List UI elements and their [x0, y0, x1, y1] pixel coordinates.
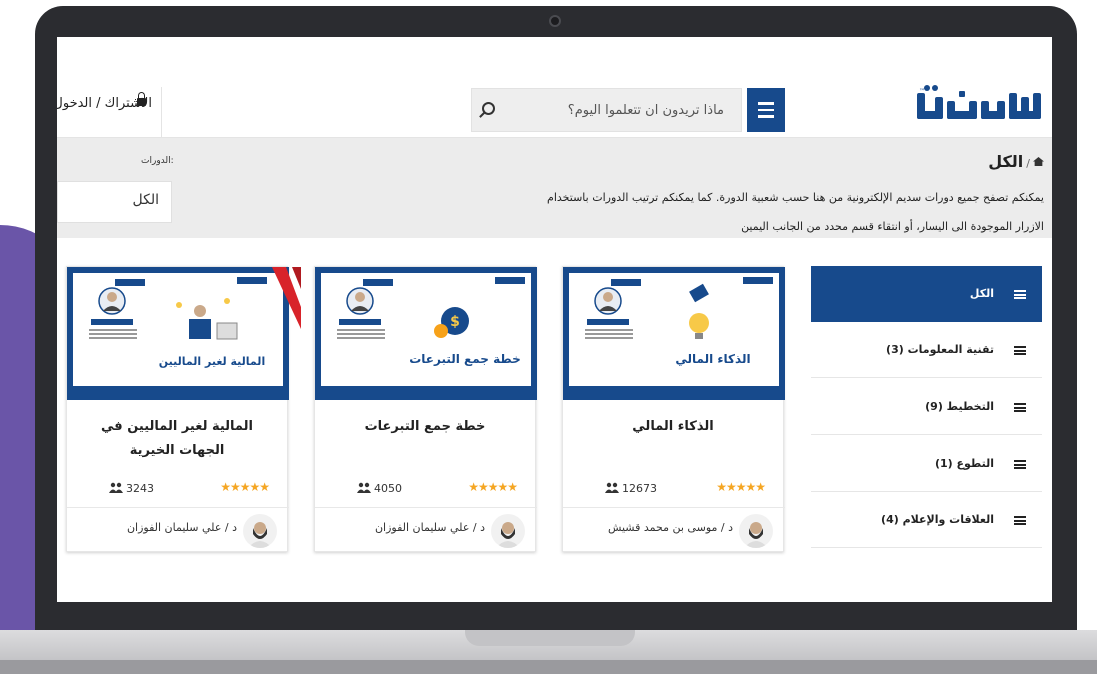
rating-stars: ★★★★★: [716, 480, 766, 494]
course-title[interactable]: الذكاء المالي: [573, 415, 773, 439]
laptop-base-edge: [0, 660, 1097, 674]
course-stats: 4050 ★★★★★: [315, 475, 537, 503]
course-card[interactable]: الذكاء المالي الذكاء المالي 12673 ★★★★★ …: [562, 266, 785, 553]
rating-stars: ★★★★★: [468, 480, 518, 494]
filter-label: الدورات:: [141, 156, 174, 166]
breadcrumb-separator: /: [1026, 157, 1030, 170]
students-count: 12673: [605, 481, 657, 495]
login-link[interactable]: الاشتراك / الدخول: [57, 87, 162, 139]
course-instructor: د / موسى بن محمد قشيش: [563, 507, 785, 553]
hamburger-icon-bar: [758, 108, 774, 111]
svg-text:$: $: [450, 314, 460, 330]
course-title[interactable]: المالية لغير الماليين في الجهات الخيرية: [77, 415, 277, 463]
students-count-value: 3243: [126, 482, 154, 495]
author-name[interactable]: د / موسى بن محمد قشيش: [608, 521, 733, 534]
sidebar-item-planning[interactable]: التخطيط (9): [811, 379, 1042, 435]
site-header: الاشتراك / الدخول ماذا تريدون ان تتعلموا…: [57, 37, 1052, 139]
sidebar-item-it[interactable]: تقنية المعلومات (3): [811, 322, 1042, 378]
list-icon: [1014, 460, 1026, 469]
rating-stars: ★★★★★: [220, 480, 270, 494]
breadcrumb: /الكل: [988, 152, 1044, 171]
course-instructor: د / علي سليمان الفوزان: [315, 507, 537, 553]
sidebar-item-label: التطوع (1): [934, 457, 994, 470]
students-count: 3243: [109, 481, 154, 495]
sidebar-item-label: التخطيط (9): [925, 400, 994, 413]
course-card[interactable]: المالية لغير الماليين المالية لغير المال…: [66, 266, 301, 553]
course-title[interactable]: خطة جمع التبرعات: [325, 415, 525, 439]
course-stats: 12673 ★★★★★: [563, 475, 785, 503]
browser-screen: الاشتراك / الدخول ماذا تريدون ان تتعلموا…: [57, 37, 1052, 602]
sidebar-item-media[interactable]: العلاقات والإعلام (4): [811, 492, 1042, 548]
thumbnail-title: المالية لغير الماليين: [159, 355, 265, 368]
users-icon: [109, 482, 123, 493]
sidebar-item-label: العلاقات والإعلام (4): [881, 513, 994, 526]
list-icon: [1014, 403, 1026, 412]
home-icon[interactable]: [1033, 157, 1044, 166]
thumbnail-title: خطة جمع التبرعات: [409, 352, 521, 366]
sidebar-item-all[interactable]: الكل: [811, 266, 1042, 322]
avatar: [491, 514, 525, 548]
search-icon[interactable]: [482, 102, 495, 115]
students-count: 4050: [357, 481, 402, 495]
site-logo[interactable]: ™: [915, 83, 1045, 129]
thumbnail-title: الذكاء المالي: [675, 352, 750, 366]
sidebar-item-label: الكل: [969, 287, 994, 300]
avatar: [739, 514, 773, 548]
search-bar: [471, 88, 785, 132]
author-name[interactable]: د / علي سليمان الفوزان: [375, 521, 485, 534]
search-box: [471, 88, 742, 132]
avatar: [243, 514, 277, 548]
course-thumbnail[interactable]: $ خطة جمع التبرعات: [315, 267, 537, 400]
login-label: الاشتراك / الدخول: [57, 96, 152, 111]
course-stats: 3243 ★★★★★: [67, 475, 289, 503]
course-thumbnail[interactable]: المالية لغير الماليين: [67, 267, 289, 400]
students-count-value: 12673: [622, 482, 657, 495]
page-title: الكل: [988, 152, 1024, 171]
users-icon: [605, 482, 619, 493]
list-icon: [1014, 346, 1026, 355]
sidebar-item-label: تقنية المعلومات (3): [886, 343, 994, 356]
author-name[interactable]: د / علي سليمان الفوزان: [127, 521, 237, 534]
page-description: يمكنكم تصفح جميع دورات سديم الإلكترونية …: [547, 191, 1044, 233]
featured-ribbon: [272, 267, 301, 329]
laptop-notch: [465, 630, 635, 646]
svg-text:™: ™: [919, 88, 925, 95]
courses-filter-select[interactable]: الكل: [57, 181, 172, 223]
course-instructor: د / علي سليمان الفوزان: [67, 507, 289, 553]
list-icon: [1014, 290, 1026, 299]
hamburger-icon-bar: [758, 115, 774, 118]
course-card[interactable]: $ خطة جمع التبرعات خطة جمع التبرعات 4050…: [314, 266, 537, 553]
camera-icon: [549, 15, 561, 27]
search-input[interactable]: [504, 89, 734, 131]
menu-button[interactable]: [747, 88, 785, 132]
sidebar-item-volunteering[interactable]: التطوع (1): [811, 436, 1042, 492]
category-sidebar: الكل تقنية المعلومات (3) التخطيط (9) الت…: [811, 266, 1042, 602]
hamburger-icon: [758, 102, 774, 105]
list-icon: [1014, 516, 1026, 525]
breadcrumb-band: /الكل يمكنكم تصفح جميع دورات سديم الإلكت…: [57, 138, 1052, 238]
users-icon: [357, 482, 371, 493]
students-count-value: 4050: [374, 482, 402, 495]
course-thumbnail[interactable]: الذكاء المالي: [563, 267, 785, 400]
